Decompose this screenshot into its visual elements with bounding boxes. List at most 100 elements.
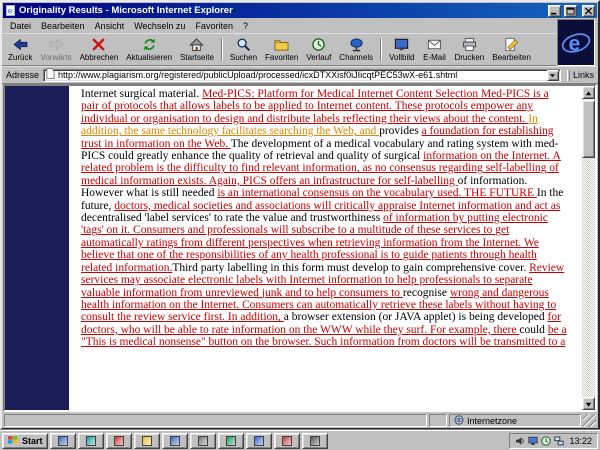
toolbar-button-label: Zurück xyxy=(8,53,33,62)
app-icon xyxy=(85,435,96,446)
toolbar-button-label: Drucken xyxy=(454,53,485,62)
toolbar-button-label: Abbrechen xyxy=(79,53,119,62)
window-title: Originality Results - Microsoft Internet… xyxy=(19,5,233,16)
plagiarism-link[interactable]: doctors, medical societies and associati… xyxy=(114,200,560,212)
fullscreen-button[interactable]: Vollbild xyxy=(385,35,418,64)
favorites-button[interactable]: Favoriten xyxy=(261,35,302,64)
browser-window: e Originality Results - Microsoft Intern… xyxy=(0,0,600,430)
app-icon xyxy=(253,435,264,446)
stop-button[interactable]: Abbrechen xyxy=(76,35,123,64)
back-button[interactable]: Zurück xyxy=(4,35,36,64)
schedule-icon[interactable] xyxy=(541,435,552,446)
status-mid-panel xyxy=(429,414,447,427)
fullscreen-icon xyxy=(394,37,409,52)
channels-button[interactable]: Channels xyxy=(335,35,377,64)
volume-icon[interactable] xyxy=(515,436,525,446)
menu-item-bearbeiten[interactable]: Bearbeiten xyxy=(36,20,90,32)
maximize-button[interactable] xyxy=(564,4,577,17)
menu-item-ansicht[interactable]: Ansicht xyxy=(90,20,130,32)
ie-document-icon: e xyxy=(5,5,16,16)
edit-icon xyxy=(504,37,519,52)
print-button[interactable]: Drucken xyxy=(450,35,488,64)
address-dropdown-button[interactable] xyxy=(546,69,559,81)
close-icon xyxy=(584,2,593,20)
taskbar-app-button[interactable] xyxy=(273,432,300,449)
taskbar-app-button[interactable] xyxy=(245,432,272,449)
history-button[interactable]: Verlauf xyxy=(302,35,335,64)
taskbar-app-button[interactable] xyxy=(49,432,76,449)
search-icon xyxy=(236,37,251,52)
tray-icons xyxy=(515,435,565,446)
display-icon[interactable] xyxy=(528,436,539,446)
menu-item-hilfe[interactable]: ? xyxy=(238,20,253,32)
favorites-icon xyxy=(274,37,289,52)
taskbar-app-button[interactable] xyxy=(161,432,188,449)
toolbar-separator xyxy=(220,38,223,61)
app-icon xyxy=(197,435,208,446)
search-button[interactable]: Suchen xyxy=(226,35,261,64)
menu-item-favoriten[interactable]: Favoriten xyxy=(190,20,238,32)
app-icon xyxy=(57,435,68,446)
mail-button[interactable]: E-Mail xyxy=(418,35,450,64)
print-icon xyxy=(462,37,477,52)
taskbar-app-button[interactable] xyxy=(189,432,216,449)
history-icon xyxy=(311,37,326,52)
address-input[interactable]: http://www.plagiarism.org/registered/pub… xyxy=(43,66,561,84)
status-message-panel xyxy=(4,414,427,427)
scrollbar-thumb[interactable] xyxy=(582,100,595,158)
taskbar-app-button[interactable] xyxy=(105,432,132,449)
plagiarism-link[interactable]: is an international consensus on the voc… xyxy=(217,187,537,199)
address-label: Adresse xyxy=(6,70,40,80)
status-zone-label: Internetzone xyxy=(467,415,518,426)
ie-logo-icon: e xyxy=(557,19,595,66)
app-icon xyxy=(141,435,152,446)
refresh-button[interactable]: Aktualisieren xyxy=(122,35,176,64)
start-button[interactable]: Start xyxy=(2,432,48,449)
page-content: Internet surgical material. Med-PICS: Pl… xyxy=(3,84,597,412)
svg-text:e: e xyxy=(8,7,13,16)
minimize-icon xyxy=(550,2,559,20)
taskbar-app-button[interactable] xyxy=(77,432,104,449)
links-grip[interactable] xyxy=(566,69,570,81)
taskbar-app-button[interactable] xyxy=(133,432,160,449)
stop-icon xyxy=(91,37,106,52)
home-icon xyxy=(189,37,205,52)
scrollbar-track[interactable] xyxy=(582,99,595,397)
home-button[interactable]: Startseite xyxy=(176,35,218,64)
menu-item-datei[interactable]: Datei xyxy=(5,20,36,32)
app-icon xyxy=(309,435,320,446)
links-label[interactable]: Links xyxy=(573,70,594,80)
globe-icon xyxy=(454,414,464,427)
tray-clock: 13:22 xyxy=(569,435,592,446)
toolbar-button-label: Favoriten xyxy=(265,53,299,62)
scroll-up-button[interactable] xyxy=(582,86,595,99)
toolbar-button-label: Aktualisieren xyxy=(126,53,173,62)
address-url[interactable]: http://www.plagiarism.org/registered/pub… xyxy=(58,70,544,80)
vertical-scrollbar[interactable] xyxy=(582,86,595,410)
toolbar: Zurück Vorwärts Abbrechen Aktualisieren Star… xyxy=(2,33,556,66)
windows-logo-icon xyxy=(7,435,19,447)
title-bar[interactable]: e Originality Results - Microsoft Intern… xyxy=(3,3,597,18)
channels-icon xyxy=(349,37,364,52)
menu-item-wechseln-zu[interactable]: Wechseln zu xyxy=(129,20,190,32)
network-icon[interactable] xyxy=(554,436,565,446)
taskbar-apps xyxy=(49,432,328,449)
minimize-button[interactable] xyxy=(548,2,561,20)
scroll-down-icon xyxy=(585,395,592,411)
page-text: Internet surgical material. Med-PICS: Pl… xyxy=(81,88,569,410)
text-run: Internet surgical material. xyxy=(81,88,203,100)
scroll-down-button[interactable] xyxy=(582,397,595,410)
edit-button[interactable]: Bearbeiten xyxy=(488,35,535,64)
start-label: Start xyxy=(22,435,43,446)
page-icon xyxy=(46,66,55,84)
taskbar-app-button[interactable] xyxy=(301,432,328,449)
text-run: provides xyxy=(379,125,422,138)
refresh-icon xyxy=(142,37,157,52)
resize-grip[interactable] xyxy=(583,414,596,427)
taskbar-app-button[interactable] xyxy=(217,432,244,449)
taskbar: Start 13:22 xyxy=(0,430,600,450)
toolbar-button-label: E-Mail xyxy=(423,53,446,62)
close-button[interactable] xyxy=(582,2,595,20)
links-band[interactable]: Links xyxy=(565,69,594,81)
mail-icon xyxy=(427,37,442,52)
